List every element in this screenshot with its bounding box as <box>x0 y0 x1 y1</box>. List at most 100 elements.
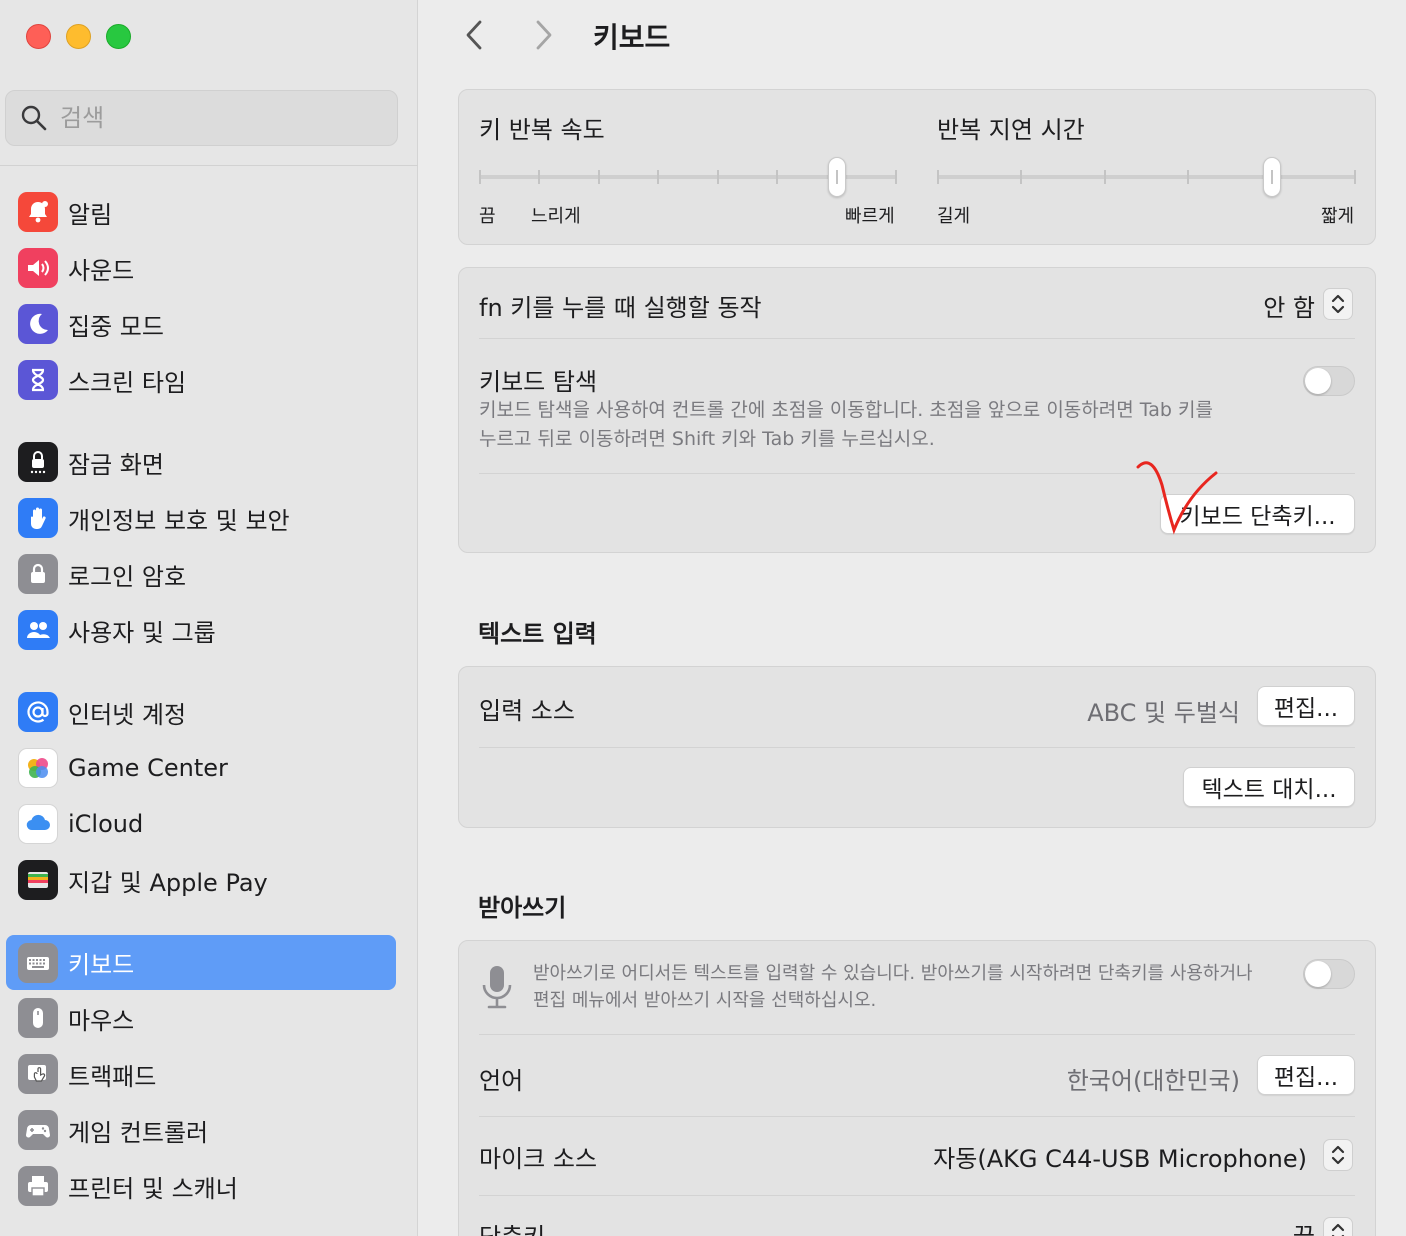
cloud-icon <box>18 804 58 844</box>
sidebar-item-label: 키보드 <box>68 951 135 979</box>
language-value: 한국어(대한민국) <box>1066 1067 1240 1095</box>
microphone-source-label: 마이크 소스 <box>479 1145 598 1173</box>
sidebar-item-icloud[interactable]: iCloud <box>6 798 396 850</box>
sidebar-item-focus[interactable]: 집중 모드 <box>6 298 396 350</box>
divider <box>479 473 1355 474</box>
keyboard-navigation-toggle[interactable] <box>1303 366 1355 396</box>
shortcut-label: 단축키 <box>479 1217 545 1236</box>
close-window-button[interactable] <box>26 24 51 49</box>
sidebar-item-trackpad[interactable]: 트랙패드 <box>6 1048 396 1100</box>
gamepad-icon <box>18 1110 58 1150</box>
page-title: 키보드 <box>593 21 671 54</box>
sidebar-item-privacy-security[interactable]: 개인정보 보호 및 보안 <box>6 492 396 544</box>
key-repeat-tick <box>716 170 719 184</box>
input-sources-edit-button[interactable]: 편집... <box>1257 686 1355 726</box>
sidebar-item-label: 개인정보 보호 및 보안 <box>68 506 290 535</box>
dictation-description: 받아쓰기로 어디서든 텍스트를 입력할 수 있습니다. 받아쓰기를 시작하려면 … <box>533 960 1313 1014</box>
key-repeat-card: 키 반복 속도 끔 느리게 빠르게 반복 지연 시간 길게 짧게 <box>458 89 1376 245</box>
sidebar-item-label: 인터넷 계정 <box>68 700 187 729</box>
zoom-window-button[interactable] <box>106 24 131 49</box>
fn-key-value[interactable]: 안 함 <box>1263 288 1315 323</box>
microphone-source-popup-button[interactable] <box>1323 1139 1353 1171</box>
sidebar-item-sound[interactable]: 사운드 <box>6 242 396 294</box>
sidebar-item-screen-time[interactable]: 스크린 타임 <box>6 354 396 406</box>
microphone-source-value[interactable]: 자동(AKG C44-USB Microphone) <box>933 1139 1307 1174</box>
mouse-icon <box>18 998 58 1038</box>
chevron-up-down-icon <box>1331 1145 1345 1165</box>
users-icon <box>18 610 58 650</box>
key-repeat-off-label: 끔 <box>479 206 496 227</box>
key-repeat-slow-label: 느리게 <box>531 206 581 227</box>
dictation-toggle[interactable] <box>1303 959 1355 989</box>
sidebar-item-users-groups[interactable]: 사용자 및 그룹 <box>6 604 396 656</box>
repeat-delay-tick <box>937 170 939 184</box>
bell-icon <box>18 192 58 232</box>
printer-icon <box>18 1166 58 1206</box>
repeat-delay-tick <box>1187 170 1190 184</box>
sidebar: 알림 사운드 집중 모드 스크린 타임 잠금 화면 개인정보 보호 및 보안 <box>0 0 418 1236</box>
search-icon <box>21 105 47 131</box>
sidebar-item-label: 로그인 암호 <box>68 562 187 591</box>
sidebar-item-wallet[interactable]: 지갑 및 Apple Pay <box>6 854 396 906</box>
sidebar-item-notifications[interactable]: 알림 <box>6 186 396 238</box>
search-input[interactable] <box>60 104 360 132</box>
keyboard-options-card: fn 키를 누를 때 실행할 동작 안 함 키보드 탐색 키보드 탐색을 사용하… <box>458 267 1376 553</box>
forward-button[interactable] <box>527 18 561 52</box>
divider <box>479 1116 1355 1117</box>
sidebar-item-label: 프린터 및 스캐너 <box>68 1174 238 1203</box>
content-pane: 키보드 키 반복 속도 끔 느리게 빠르게 반복 지연 시간 길게 짧게 fn … <box>419 0 1406 1236</box>
key-repeat-tick <box>479 170 481 184</box>
description-line: 편집 메뉴에서 받아쓰기 시작을 선택하십시오. <box>533 990 877 1011</box>
sidebar-divider <box>0 165 418 166</box>
language-edit-button[interactable]: 편집... <box>1257 1055 1355 1095</box>
back-button[interactable] <box>457 18 491 52</box>
moon-icon <box>18 304 58 344</box>
sidebar-item-label: 사운드 <box>68 256 135 285</box>
sidebar-item-label: 트랙패드 <box>68 1062 157 1091</box>
wallet-icon <box>18 860 58 900</box>
sidebar-item-label: iCloud <box>68 810 144 838</box>
repeat-delay-short-label: 짧게 <box>1321 206 1355 227</box>
trackpad-icon <box>18 1054 58 1094</box>
key-repeat-tick <box>657 170 660 184</box>
repeat-delay-tick <box>1103 170 1106 184</box>
sidebar-item-internet-accounts[interactable]: 인터넷 계정 <box>6 686 396 738</box>
lock-screen-icon <box>18 442 58 482</box>
text-input-section-title: 텍스트 입력 <box>478 620 597 648</box>
minimize-window-button[interactable] <box>66 24 91 49</box>
sidebar-item-login-password[interactable]: 로그인 암호 <box>6 548 396 600</box>
hand-icon <box>18 498 58 538</box>
sidebar-item-label: Game Center <box>68 754 228 782</box>
shortcut-popup-button[interactable] <box>1323 1217 1353 1236</box>
chevron-right-icon <box>536 20 552 50</box>
sidebar-item-label: 게임 컨트롤러 <box>68 1118 209 1147</box>
microphone-icon <box>479 963 515 1015</box>
text-replacements-button[interactable]: 텍스트 대치... <box>1183 767 1355 807</box>
speaker-icon <box>18 248 58 288</box>
description-line: 받아쓰기로 어디서든 텍스트를 입력할 수 있습니다. 받아쓰기를 시작하려면 … <box>533 963 1253 984</box>
key-repeat-tick <box>776 170 779 184</box>
sidebar-item-keyboard[interactable]: 키보드 <box>6 935 396 990</box>
keyboard-navigation-title: 키보드 탐색 <box>479 368 598 396</box>
sidebar-item-game-center[interactable]: Game Center <box>6 742 396 794</box>
fn-key-popup-button[interactable] <box>1323 288 1353 320</box>
sidebar-item-game-controllers[interactable]: 게임 컨트롤러 <box>6 1104 396 1156</box>
key-repeat-tick <box>597 170 600 184</box>
keyboard-shortcuts-button[interactable]: 키보드 단축키... <box>1160 494 1355 534</box>
key-repeat-tick <box>895 170 897 184</box>
input-sources-value: ABC 및 두벌식 <box>1087 699 1240 727</box>
sidebar-item-printers-scanners[interactable]: 프린터 및 스캐너 <box>6 1160 396 1212</box>
key-repeat-tick <box>835 170 838 184</box>
key-repeat-tick <box>538 170 541 184</box>
language-label: 언어 <box>479 1067 524 1095</box>
search-field[interactable] <box>5 90 398 146</box>
repeat-delay-slider-track[interactable] <box>937 175 1356 179</box>
shortcut-value[interactable]: 끔 <box>1293 1217 1315 1236</box>
sidebar-item-lock-screen[interactable]: 잠금 화면 <box>6 436 396 488</box>
sidebar-item-label: 잠금 화면 <box>68 450 164 479</box>
at-icon <box>18 692 58 732</box>
description-line: 누르고 뒤로 이동하려면 Shift 키와 Tab 키를 누르십시오. <box>479 428 935 450</box>
sidebar-item-label: 알림 <box>68 200 113 229</box>
chevron-left-icon <box>466 20 482 50</box>
sidebar-item-mouse[interactable]: 마우스 <box>6 992 396 1044</box>
